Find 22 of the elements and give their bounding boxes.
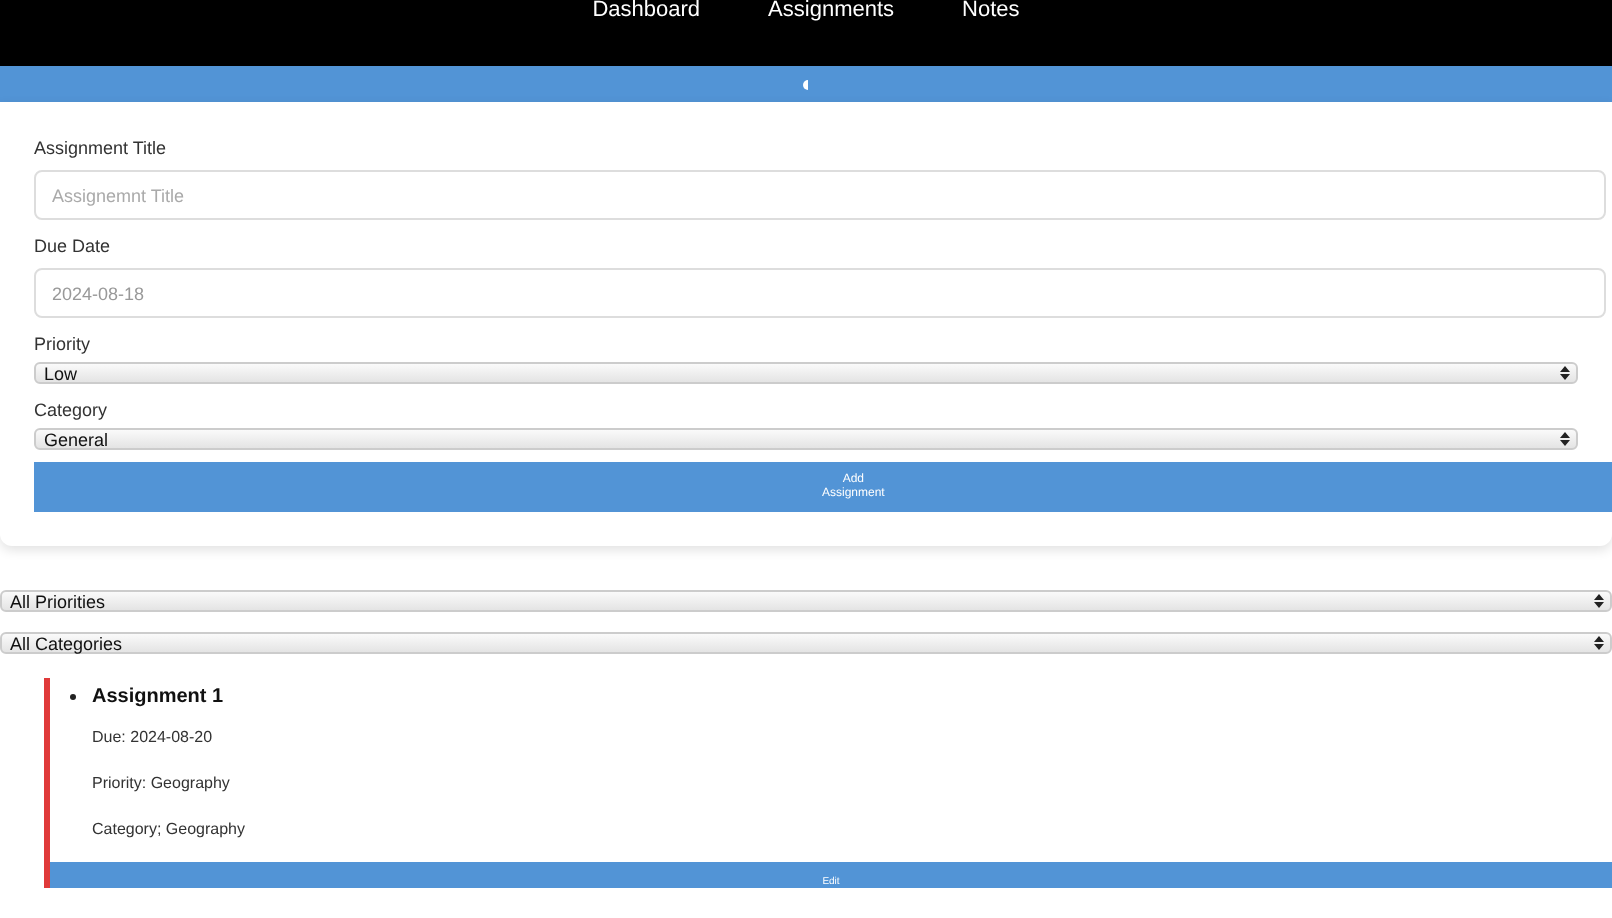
- select-arrows-icon: [1560, 432, 1570, 446]
- select-arrows-icon: [1594, 636, 1604, 650]
- field-label: Category: [34, 400, 110, 420]
- assignment-title: Assignment 1: [92, 686, 224, 708]
- nav-link[interactable]: Assignments: [768, 0, 895, 22]
- category-filter[interactable]: All Categories: [0, 632, 1612, 654]
- select-arrows-icon: [1560, 366, 1570, 380]
- priority-select[interactable]: Low: [34, 362, 1578, 384]
- category-select[interactable]: General: [34, 428, 1578, 450]
- select-arrows-icon: [1594, 594, 1604, 608]
- field-label: Priority: [34, 334, 93, 354]
- collapse-toggle[interactable]: [0, 66, 1612, 102]
- title-input[interactable]: Assignemnt Title: [34, 170, 1606, 220]
- nav-link[interactable]: Dashboard: [592, 0, 701, 22]
- due-text: Due: 2024-08-20: [92, 728, 215, 746]
- field-label: Due Date: [34, 236, 113, 256]
- priority-text: Priority: Geography: [92, 774, 232, 792]
- field-label: Assignment Title: [34, 138, 169, 158]
- bullet-icon: [70, 694, 76, 700]
- nav-link[interactable]: Notes: [962, 0, 1020, 22]
- priority-filter[interactable]: All Priorities: [0, 590, 1612, 612]
- category-text: Category; Geography: [92, 820, 247, 838]
